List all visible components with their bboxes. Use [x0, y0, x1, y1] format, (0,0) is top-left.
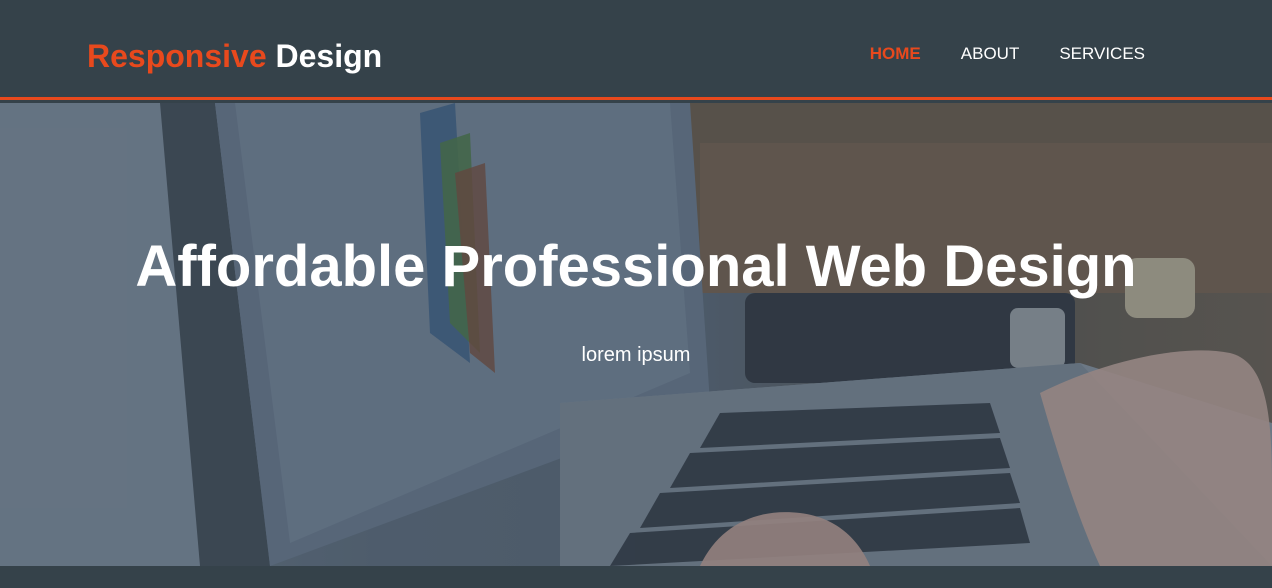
showcase-title: Affordable Professional Web Design	[135, 234, 1137, 299]
site-header: Responsive Design HOME ABOUT SERVICES	[0, 0, 1272, 100]
showcase-subtitle: lorem ipsum	[581, 344, 691, 366]
logo-text: Design	[275, 38, 383, 74]
main-nav: HOME ABOUT SERVICES	[870, 44, 1145, 64]
nav-link-services[interactable]: SERVICES	[1059, 44, 1145, 64]
logo-highlight-text: Responsive	[87, 38, 267, 74]
newsletter-strip	[0, 566, 1272, 588]
site-logo[interactable]: Responsive Design	[87, 36, 382, 76]
nav-link-about[interactable]: ABOUT	[961, 44, 1020, 64]
showcase-overlay	[0, 103, 1272, 566]
showcase-hero: Affordable Professional Web Design lorem…	[0, 103, 1272, 566]
nav-link-home[interactable]: HOME	[870, 44, 921, 64]
